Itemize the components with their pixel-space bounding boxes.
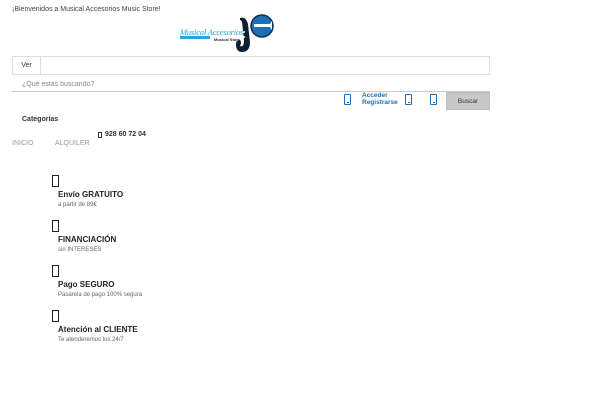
categories-menu[interactable]: Categorías (22, 116, 58, 123)
feature-secure-payment: Pago SEGURO Pasarela de pago 100% segura (52, 265, 142, 298)
feature-subtitle: Te atenderemos los 24/7 (58, 337, 124, 343)
logo-underline (180, 36, 210, 39)
phone-number: 928 60 72 04 (105, 131, 146, 138)
search-button[interactable]: Buscar (446, 92, 490, 110)
category-search-bar: Ver (12, 56, 490, 75)
nav-item-inicio[interactable]: INICIO (12, 140, 33, 147)
category-select-button[interactable]: Ver (13, 57, 41, 74)
lock-icon (52, 265, 59, 277)
feature-customer-service: Atención al CLIENTE Te atenderemos los 2… (52, 310, 138, 343)
feature-title: Atención al CLIENTE (58, 325, 138, 334)
feature-subtitle: sin INTERESES (58, 247, 102, 253)
cart-mobile-icon[interactable] (430, 94, 437, 105)
support-icon (52, 310, 59, 322)
feature-title: Envío GRATUITO (58, 190, 124, 199)
feature-subtitle: a partir de 89€ (58, 202, 97, 208)
user-account-icon[interactable] (344, 94, 351, 105)
phone-contact[interactable]: 928 60 72 04 (98, 131, 146, 138)
login-link[interactable]: Acceder (362, 92, 388, 99)
phone-icon (98, 131, 102, 138)
register-link[interactable]: Registrarse (362, 99, 398, 106)
feature-free-shipping: Envío GRATUITO a partir de 89€ (52, 175, 123, 208)
feature-title: Pago SEGURO (58, 280, 115, 289)
saxophone-trumpet-emblem-icon (236, 14, 274, 53)
mobile-icon[interactable] (405, 94, 412, 105)
store-logo[interactable]: Musical Accesorios Musical Store (178, 12, 276, 56)
nav-item-alquiler[interactable]: ALQUILER (55, 140, 90, 147)
welcome-message: ¡Bienvenidos a Musical Accesorios Music … (12, 6, 161, 13)
feature-title: FINANCIACIÓN (58, 235, 117, 244)
feature-financing: FINANCIACIÓN sin INTERESES (52, 220, 116, 253)
shipping-icon (52, 175, 59, 187)
search-input[interactable] (12, 77, 490, 92)
feature-subtitle: Pasarela de pago 100% segura (58, 292, 143, 298)
financing-icon (52, 220, 59, 232)
